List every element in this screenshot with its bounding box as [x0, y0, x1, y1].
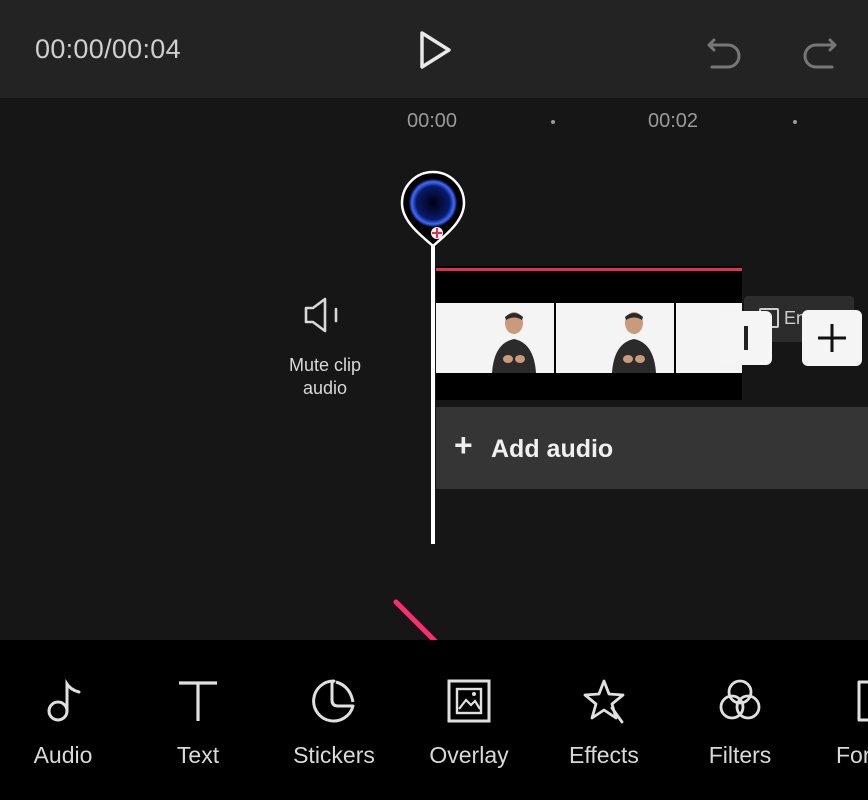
toolbar-label: Text — [176, 742, 220, 768]
filters-icon — [719, 679, 761, 720]
toolbar-item-overlay[interactable]: Overlay — [409, 640, 529, 800]
ruler-label-0: 00:00 — [407, 110, 458, 132]
toolbar-label: Audio — [33, 742, 93, 768]
clip-selection-line — [436, 268, 742, 271]
speaker-icon — [304, 297, 338, 333]
trim-handle-icon — [744, 326, 748, 350]
top-bar: 00:00/00:04 — [0, 0, 868, 98]
playhead[interactable] — [431, 226, 435, 544]
cover-thumbnail-icon — [400, 170, 466, 248]
redo-button[interactable] — [800, 30, 840, 70]
add-audio-button[interactable]: + Add audio — [436, 407, 868, 489]
redo-icon — [803, 38, 837, 69]
mute-clip-audio-button[interactable] — [303, 296, 343, 334]
play-icon — [420, 31, 451, 69]
video-clip[interactable] — [436, 266, 742, 400]
toolbar-item-audio[interactable]: Audio — [3, 640, 123, 800]
add-audio-label: Add audio — [491, 435, 614, 463]
sticker-icon — [312, 679, 355, 723]
toolbar-item-text[interactable]: Text — [138, 640, 258, 800]
ruler-dot — [551, 120, 555, 124]
toolbar-item-effects[interactable]: Effects — [544, 640, 664, 800]
undo-button[interactable] — [704, 30, 744, 70]
toolbar-item-filters[interactable]: Filters — [680, 640, 800, 800]
plus-icon — [818, 324, 846, 352]
text-icon — [179, 681, 217, 721]
timeline-area[interactable]: 00:00 00:02 Mute clip audio En + Add aud… — [0, 98, 868, 640]
toolbar-label: For — [836, 742, 868, 768]
add-clip-button[interactable] — [802, 310, 862, 366]
cover-button[interactable] — [400, 170, 466, 250]
mute-clip-label: Mute clip audio — [288, 355, 362, 398]
format-icon — [857, 680, 868, 722]
overlay-icon — [447, 679, 491, 723]
toolbar-item-format[interactable]: For — [815, 640, 868, 800]
ruler-dot — [793, 120, 797, 124]
toolbar-label: Stickers — [293, 742, 375, 768]
timecode: 00:00/00:04 — [35, 34, 181, 64]
clip-frame — [436, 303, 556, 373]
add-audio-plus-icon: + — [454, 427, 473, 463]
toolbar-label: Effects — [569, 742, 639, 768]
play-button[interactable] — [414, 28, 456, 72]
person-thumbnail — [612, 312, 656, 373]
music-note-icon — [47, 679, 81, 722]
clip-frame — [556, 303, 676, 373]
ruler-label-1: 00:02 — [648, 110, 699, 132]
toolbar-label: Filters — [708, 742, 772, 768]
bottom-toolbar: Audio Text Stickers Overlay Effects Filt… — [0, 640, 868, 800]
clip-frames — [436, 303, 742, 373]
effects-star-icon — [583, 679, 625, 724]
clip-trim-handle[interactable] — [720, 311, 772, 365]
toolbar-label: Overlay — [429, 742, 509, 768]
person-thumbnail — [492, 312, 536, 373]
undo-icon — [707, 38, 741, 69]
toolbar-item-stickers[interactable]: Stickers — [274, 640, 394, 800]
